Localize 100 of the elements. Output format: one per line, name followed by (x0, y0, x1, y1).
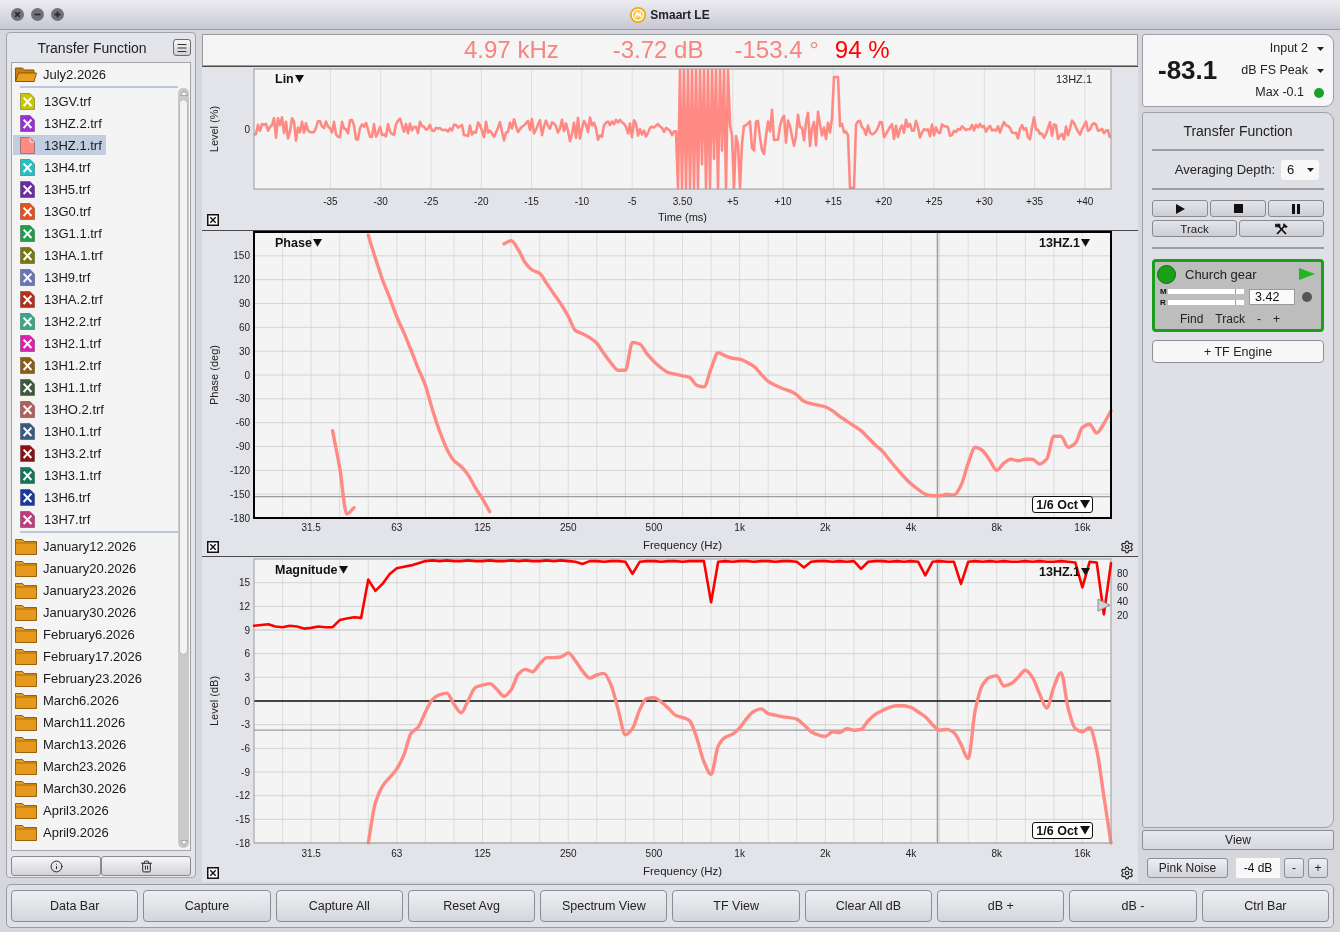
toolbar-button[interactable]: Spectrum View (540, 890, 668, 922)
meter-value: -83.1 (1158, 55, 1218, 86)
smoothing-menu[interactable]: 1/6 Oct (1032, 822, 1093, 839)
engine-action-button[interactable]: Track (1212, 312, 1248, 326)
minimize-icon[interactable] (31, 8, 44, 21)
folder-list-item[interactable]: March6.2026 (12, 690, 123, 710)
track-button[interactable]: Track (1152, 220, 1237, 237)
toolbar-button[interactable]: Ctrl Bar (1201, 890, 1329, 922)
axis-tick-label: 8k (991, 522, 1002, 533)
folder-list-item[interactable]: March11.2026 (12, 712, 130, 732)
folder-list-item[interactable]: January30.2026 (12, 602, 141, 622)
settings-icon[interactable] (1120, 866, 1134, 880)
folder-list-item[interactable]: March30.2026 (12, 778, 131, 798)
pause-button[interactable] (1268, 200, 1324, 217)
window-title: Smaart LE (650, 7, 710, 22)
file-list-item[interactable]: 13H3.2.trf (13, 443, 106, 463)
file-list-item[interactable]: 13H4.trf (13, 157, 95, 177)
file-list-item[interactable]: 13G1.1.trf (13, 223, 106, 243)
axis-tick-label: -180 (230, 512, 250, 524)
folder-list-item[interactable]: April3.2026 (12, 800, 113, 820)
input-select[interactable]: Input 2 (1269, 41, 1324, 56)
gain-field[interactable]: -4 dB (1236, 858, 1280, 878)
file-list-item[interactable]: 13H5.trf (13, 179, 95, 199)
toolbar-button[interactable]: dB + (937, 890, 1065, 922)
plot-type-menu[interactable]: Phase (275, 236, 322, 250)
tools-button[interactable] (1239, 220, 1324, 237)
file-list-item[interactable]: 13H6.trf (13, 487, 95, 507)
file-list-item[interactable]: 13H2.1.trf (13, 333, 106, 353)
generator-button[interactable]: Pink Noise (1147, 858, 1228, 878)
close-icon[interactable] (207, 541, 219, 553)
toolbar-button[interactable]: Capture All (275, 890, 403, 922)
folder-list-item[interactable]: April9.2026 (12, 822, 113, 842)
folder-list-item[interactable]: March23.2026 (12, 756, 131, 776)
toolbar-button[interactable]: TF View (672, 890, 800, 922)
maximize-icon[interactable] (51, 8, 64, 21)
engine-action-button[interactable]: - (1253, 312, 1264, 326)
folder-list-item[interactable]: July2.2026 (12, 64, 110, 84)
delay-field[interactable]: 3.42 (1249, 289, 1295, 305)
engine-action-button[interactable]: Find (1177, 312, 1207, 326)
file-list-item[interactable]: 13HA.2.trf (13, 289, 107, 309)
unit-select[interactable]: dB FS Peak (1241, 63, 1324, 78)
file-list-item[interactable]: 13H0.1.trf (13, 421, 106, 441)
meter-label: R (1160, 298, 1167, 307)
file-list-item[interactable]: 13HZ.1.trf (13, 135, 106, 155)
toolbar-button[interactable]: Clear All dB (804, 890, 933, 922)
file-list-item[interactable]: 13H1.2.trf (13, 355, 106, 375)
axis-tick-label: -3 (241, 719, 250, 731)
engine-action-button[interactable]: + (1269, 312, 1283, 326)
close-icon[interactable] (207, 214, 219, 226)
plot-type-menu[interactable]: Magnitude (275, 563, 348, 577)
stop-icon (1233, 204, 1243, 213)
step-button[interactable]: - (1284, 858, 1304, 878)
averaging-depth-dropdown[interactable]: 6 (1281, 159, 1319, 180)
file-list-item[interactable]: 13H9.trf (13, 267, 95, 287)
file-list-item[interactable]: 13GV.trf (13, 91, 96, 111)
add-engine-button[interactable]: + TF Engine (1152, 340, 1324, 363)
axis-tick-label: 1k (734, 522, 745, 533)
folder-list-item[interactable]: February23.2026 (12, 668, 146, 688)
folder-list-item[interactable]: February17.2026 (12, 646, 146, 666)
axis-tick-label: 3.50 (672, 196, 693, 207)
file-list-item[interactable]: 13H7.trf (13, 509, 95, 529)
scrollbar[interactable] (178, 88, 189, 848)
file-list-item[interactable]: 13HZ.2.trf (13, 113, 106, 133)
axis-tick-label: 31.5 (301, 848, 321, 859)
menu-button[interactable] (173, 39, 191, 56)
stop-button[interactable] (1210, 200, 1266, 217)
file-list-item[interactable]: 13H1.1.trf (13, 377, 106, 397)
axis-tick-label: 16k (1074, 848, 1091, 859)
engine-led-icon[interactable] (1157, 264, 1176, 284)
close-icon[interactable] (207, 867, 219, 879)
file-list-item[interactable]: 13H2.2.trf (13, 311, 106, 331)
axis-tick-label: 250 (559, 522, 577, 533)
play-button[interactable] (1152, 200, 1208, 217)
delete-button[interactable] (101, 856, 191, 876)
info-button[interactable] (11, 856, 101, 876)
folder-list-item[interactable]: January23.2026 (12, 580, 141, 600)
info-icon (49, 859, 63, 873)
axis-title: Time (ms) (657, 211, 708, 223)
caret-icon (1080, 500, 1090, 509)
axis-tick-label: 250 (559, 848, 577, 859)
file-list-item[interactable]: 13HA.1.trf (13, 245, 107, 265)
folder-list-item[interactable]: January12.2026 (12, 536, 141, 556)
file-list-item[interactable]: 13H3.1.trf (13, 465, 106, 485)
settings-icon[interactable] (1120, 540, 1134, 554)
view-button[interactable]: View (1142, 830, 1334, 850)
folder-list-item[interactable]: March13.2026 (12, 734, 131, 754)
threshold-marker-icon[interactable] (1097, 598, 1111, 612)
smoothing-menu[interactable]: 1/6 Oct (1032, 496, 1093, 513)
file-list-item[interactable]: 13HO.2.trf (13, 399, 108, 419)
close-icon[interactable] (11, 8, 24, 21)
toolbar-button[interactable]: Capture (143, 890, 271, 922)
folder-list-item[interactable]: February6.2026 (12, 624, 139, 644)
toolbar-button[interactable]: dB - (1069, 890, 1197, 922)
scrollbar-thumb[interactable] (179, 99, 188, 655)
toolbar-button[interactable]: Data Bar (11, 890, 139, 922)
folder-list-item[interactable]: January20.2026 (12, 558, 141, 578)
file-list-item[interactable]: 13G0.trf (13, 201, 95, 221)
trace-menu[interactable]: 13HZ.1 (1039, 236, 1090, 250)
step-button[interactable]: + (1308, 858, 1328, 878)
toolbar-button[interactable]: Reset Avg (407, 890, 536, 922)
